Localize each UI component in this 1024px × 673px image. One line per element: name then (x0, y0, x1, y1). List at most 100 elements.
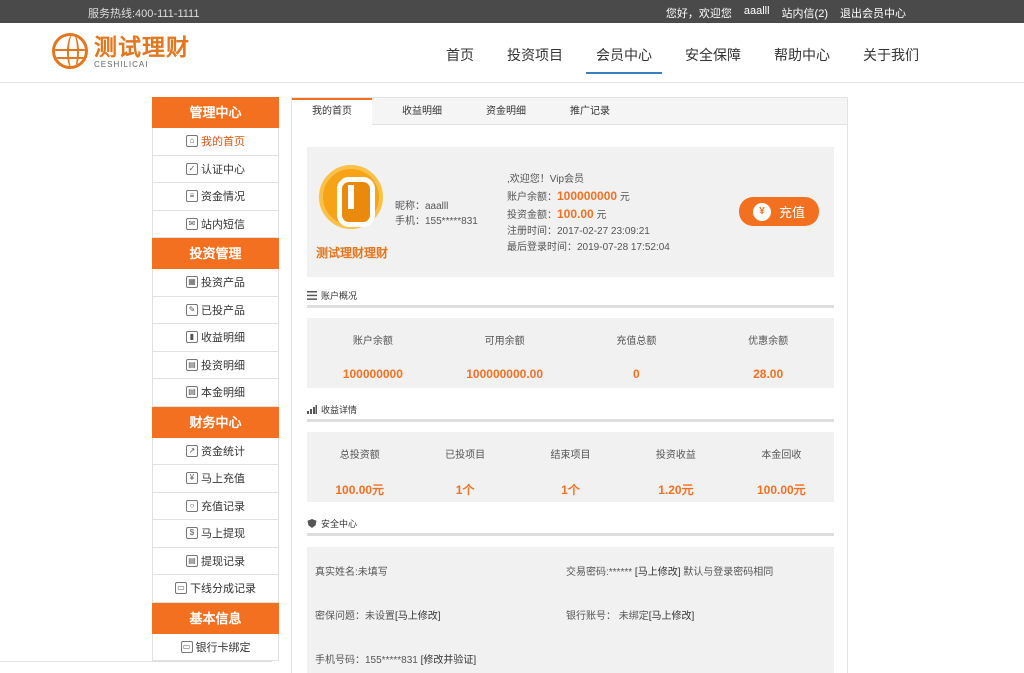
real-name-field: 真实姓名:未填写 (315, 567, 388, 578)
sidebar-item-label: 资金统计 (201, 445, 245, 458)
stat-value: 100000000 (342, 367, 403, 381)
stat-label: 充值总额 (616, 336, 657, 347)
bar-chart-icon: ▮ (186, 331, 198, 344)
section-account-overview: 账户概况 (307, 288, 834, 308)
security-question-text: 密保问题：未设置 (315, 611, 395, 622)
sidebar-item-recharge-records[interactable]: ○ 充值记录 (152, 492, 279, 520)
tab-bar: 我的首页 收益明细 资金明细 推广记录 (292, 98, 847, 125)
shield-icon (307, 519, 317, 528)
phone-field: 手机号码：155*****831 [修改并验证] (315, 651, 476, 666)
stat-value: 100.00元 (756, 483, 806, 497)
clipboard-icon: ▤ (186, 554, 198, 567)
sidebar-item-withdraw-records[interactable]: ▤ 提现记录 (152, 547, 279, 575)
top-bar: 服务热线:400-111-1111 您好，欢迎您 aaalll 站内信(2) 退… (0, 0, 1024, 23)
stat-value: 100.00元 (335, 483, 385, 497)
trade-password-text: 交易密码:****** (566, 567, 633, 578)
sidebar-item-invest-detail[interactable]: ▤ 投资明细 (152, 351, 279, 379)
tab-income-detail[interactable]: 收益明细 (372, 98, 464, 124)
sidebar-item-label: 提现记录 (201, 555, 245, 568)
sidebar-item-downline-commission[interactable]: ▭ 下线分成记录 (152, 575, 279, 603)
nav-help[interactable]: 帮助中心 (774, 45, 830, 74)
sidebar-item-principal-detail[interactable]: ▤ 本金明细 (152, 379, 279, 407)
bank-account-modify-link[interactable]: [马上修改] (649, 611, 695, 622)
sidebar: 管理中心 ⌂ 我的首页 ✓ 认证中心 ≡ 资金情况 ✉ 站内短信 投资管理 ▦ 投资产品 … (152, 97, 279, 661)
sidebar-item-messages[interactable]: ✉ 站内短信 (152, 210, 279, 238)
stat-item: 可用余额 100000000.00 (439, 318, 571, 388)
logo-subtitle: CESHILICAI (94, 59, 149, 69)
security-question-field: 密保问题：未设置[马上修改] (315, 607, 441, 622)
user-basic: 昵称：aaalll 手机：155*****831 (395, 199, 478, 229)
trade-password-field: 交易密码:****** [马上修改] 默认与登录密码相同 (566, 563, 773, 578)
profile-card: 测试理财理财 昵称：aaalll 手机：155*****831 ,欢迎您！Vip… (307, 147, 834, 277)
sidebar-item-label: 资金情况 (201, 191, 245, 204)
sidebar-item-withdraw[interactable]: $ 马上提现 (152, 520, 279, 548)
globe-logo-icon (52, 33, 88, 69)
sidebar-item-income-detail[interactable]: ▮ 收益明细 (152, 324, 279, 352)
list-icon: ≡ (186, 190, 198, 203)
sidebar-item-certification[interactable]: ✓ 认证中心 (152, 155, 279, 183)
register-time: 注册时间：2017-02-27 23:09:21 (507, 226, 650, 237)
site-logo[interactable]: 测试理财 CESHILICAI (52, 33, 190, 69)
recharge-button[interactable]: ¥ 充值 (739, 197, 819, 226)
stat-item: 本金回收 100.00元 (729, 432, 834, 502)
logout-link[interactable]: 退出会员中心 (840, 5, 906, 21)
sidebar-item-funds[interactable]: ≡ 资金情况 (152, 183, 279, 211)
last-login-time: 最后登录时间：2019-07-28 17:52:04 (507, 242, 670, 253)
brand-name: 测试理财理财 (316, 246, 389, 260)
stat-value: 0 (633, 367, 640, 381)
bank-account-field: 银行账号： 未绑定[马上修改] (566, 607, 694, 622)
main-nav: 首页 投资项目 会员中心 安全保障 帮助中心 关于我们 (413, 45, 919, 74)
messages-link[interactable]: 站内信(2) (782, 5, 828, 21)
phone-verify-link[interactable]: [修改并验证] (421, 655, 477, 666)
tab-fund-detail[interactable]: 资金明细 (464, 98, 548, 124)
sidebar-head-finance: 财务中心 (152, 406, 279, 438)
sidebar-item-label: 投资明细 (201, 359, 245, 372)
stat-label: 结束项目 (550, 450, 591, 461)
tab-promotion-records[interactable]: 推广记录 (548, 98, 632, 124)
stat-label: 本金回收 (761, 450, 802, 461)
tab-my-home[interactable]: 我的首页 (292, 98, 372, 125)
stat-label: 已投项目 (445, 450, 486, 461)
sidebar-item-fund-stats[interactable]: ↗ 资金统计 (152, 437, 279, 465)
sidebar-item-invest-products[interactable]: ▦ 投资产品 (152, 269, 279, 297)
stat-item: 投资收益 1.20元 (623, 432, 728, 502)
sidebar-item-invested-products[interactable]: ✎ 已投产品 (152, 296, 279, 324)
stat-item: 优惠余额 28.00 (702, 318, 834, 388)
security-question-modify-link[interactable]: [马上修改] (395, 611, 441, 622)
shield-icon: ✓ (186, 162, 198, 175)
stat-label: 总投资额 (339, 450, 380, 461)
sidebar-item-label: 已投产品 (201, 304, 245, 317)
section-security-center: 安全中心 (307, 516, 834, 536)
sidebar-item-label: 我的首页 (201, 136, 245, 149)
nav-member-center[interactable]: 会员中心 (586, 45, 662, 74)
stat-label: 优惠余额 (748, 336, 789, 347)
yen-icon: ¥ (752, 202, 771, 221)
nav-about[interactable]: 关于我们 (863, 45, 919, 74)
stat-value: 1.20元 (658, 483, 694, 497)
nickname: 昵称：aaalll (395, 201, 449, 212)
sidebar-item-label: 银行卡绑定 (195, 641, 251, 654)
trade-password-modify-link[interactable]: [马上修改] (635, 567, 681, 578)
nav-home[interactable]: 首页 (446, 45, 474, 74)
username-link[interactable]: aaalll (744, 5, 770, 21)
sidebar-item-label: 充值记录 (201, 500, 245, 513)
stat-label: 可用余额 (484, 336, 525, 347)
nav-security[interactable]: 安全保障 (685, 45, 741, 74)
line-chart-icon: ↗ (186, 444, 198, 457)
sidebar-item-my-home[interactable]: ⌂ 我的首页 (152, 128, 279, 156)
stat-value: 1个 (455, 483, 475, 497)
top-links: 您好，欢迎您 aaalll 站内信(2) 退出会员中心 (666, 5, 906, 21)
menu-icon (307, 291, 317, 300)
sidebar-item-bank-card[interactable]: ▭ 银行卡绑定 (152, 633, 279, 661)
section-income-detail: 收益详情 (307, 402, 834, 422)
nav-projects[interactable]: 投资项目 (507, 45, 563, 74)
stat-item: 结束项目 1个 (518, 432, 623, 502)
sidebar-item-label: 下线分成记录 (190, 583, 256, 596)
document-icon: ▤ (186, 386, 198, 399)
invest-label: 投资金额： (507, 210, 557, 221)
mail-icon: ✉ (186, 217, 198, 230)
invest-unit: 元 (596, 210, 607, 221)
sidebar-item-label: 收益明细 (201, 332, 245, 345)
trade-password-note: 默认与登录密码相同 (683, 567, 774, 578)
sidebar-item-recharge[interactable]: ¥ 马上充值 (152, 465, 279, 493)
